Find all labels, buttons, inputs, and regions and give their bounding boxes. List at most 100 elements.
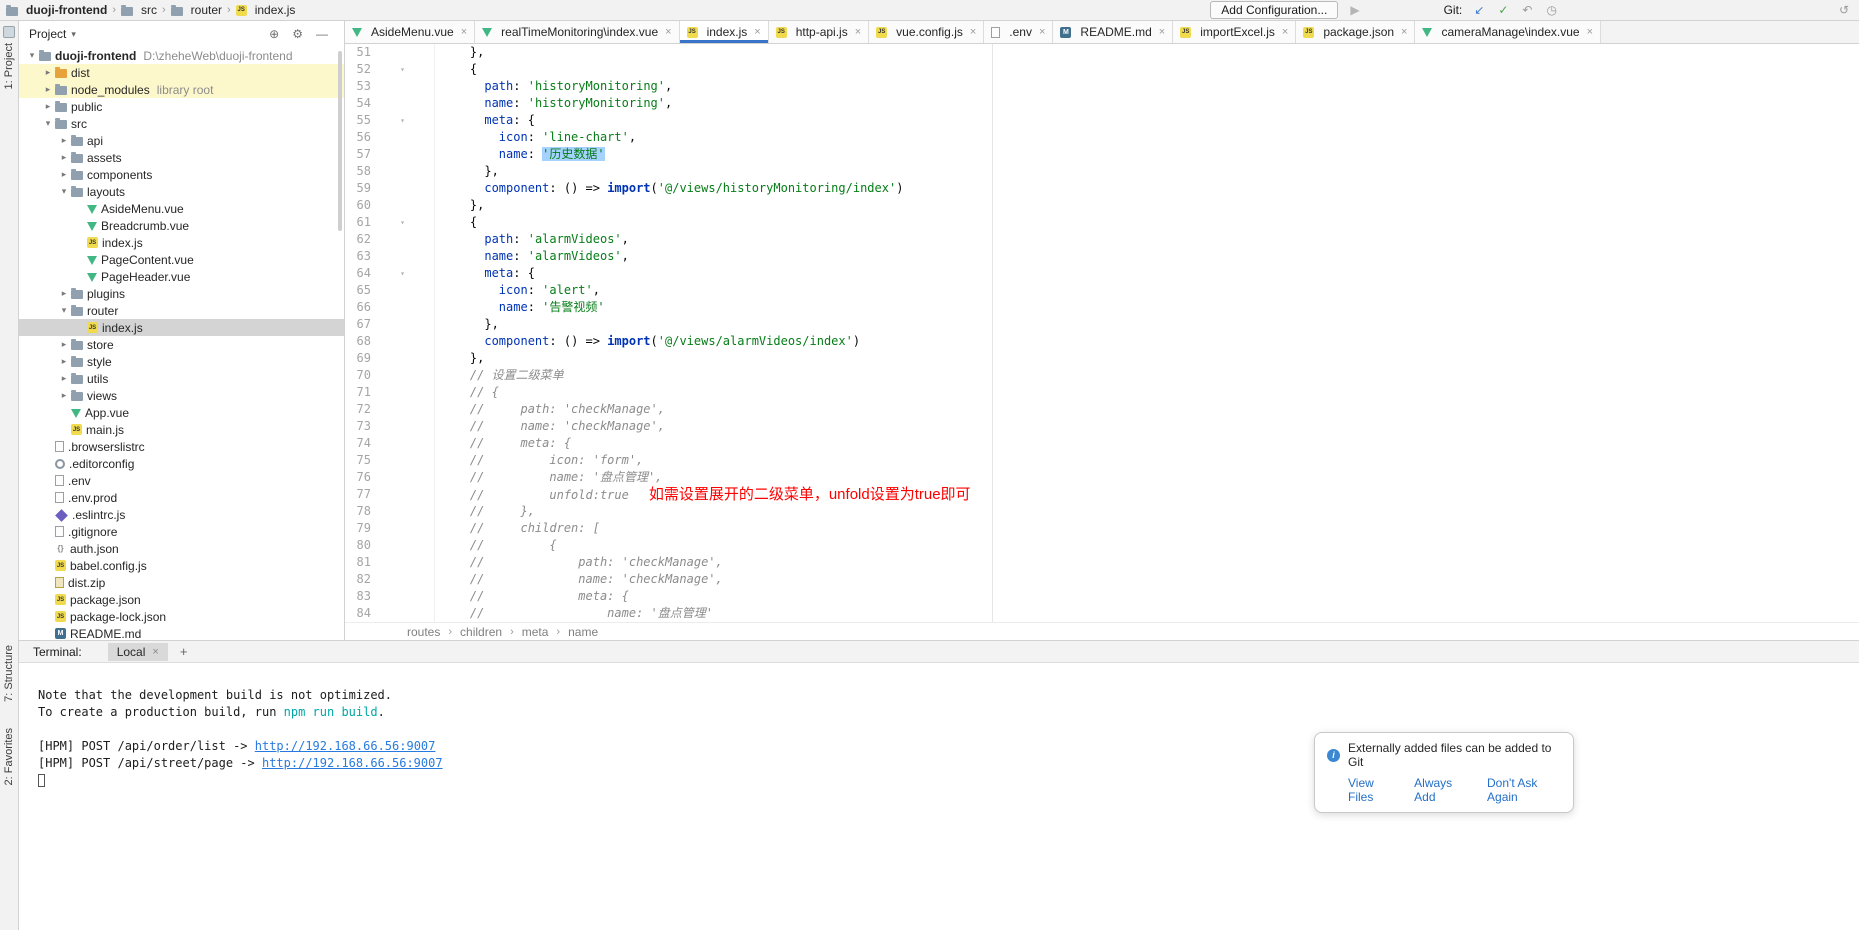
code-line[interactable]: 82 // name: 'checkManage', — [345, 571, 1859, 588]
code-line[interactable]: 63 name: 'alarmVideos', — [345, 248, 1859, 265]
code-line[interactable]: 60 }, — [345, 197, 1859, 214]
chevron-right-icon[interactable]: ▸ — [57, 356, 71, 367]
fold-icon[interactable]: ▾ — [371, 214, 435, 231]
close-icon[interactable]: × — [754, 26, 760, 38]
code-line[interactable]: 73 // name: 'checkManage', — [345, 418, 1859, 435]
breadcrumb-item-src[interactable]: src — [121, 3, 157, 17]
chevron-right-icon[interactable]: ▸ — [57, 288, 71, 299]
chevron-right-icon[interactable]: ▸ — [57, 373, 71, 384]
tree-item-editorconfig[interactable]: .editorconfig — [19, 455, 344, 472]
close-icon[interactable]: × — [1401, 26, 1407, 38]
editor-tab-realtimemonitoring-index-vue[interactable]: realTimeMonitoring\index.vue× — [475, 21, 679, 43]
editor-tab-readme-md[interactable]: MREADME.md× — [1053, 21, 1173, 43]
git-revert-icon[interactable]: ↶ — [1522, 3, 1532, 17]
breadcrumb-item-duoji-frontend[interactable]: duoji-frontend — [6, 3, 107, 17]
code-line[interactable]: 72 // path: 'checkManage', — [345, 401, 1859, 418]
tree-item-router[interactable]: ▾router — [19, 302, 344, 319]
locate-file-icon[interactable]: ⊕ — [269, 27, 279, 41]
editor-tab-http-api-js[interactable]: JShttp-api.js× — [769, 21, 869, 43]
code-breadcrumb-routes[interactable]: routes — [407, 625, 440, 639]
code-line[interactable]: 59 component: () => import('@/views/hist… — [345, 180, 1859, 197]
tree-item-utils[interactable]: ▸utils — [19, 370, 344, 387]
tool-button-structure[interactable]: 7: Structure — [3, 640, 15, 707]
close-icon[interactable]: × — [1587, 26, 1593, 38]
code-line[interactable]: 55▾ meta: { — [345, 112, 1859, 129]
tree-item-node-modules[interactable]: ▸node_moduleslibrary root — [19, 81, 344, 98]
tree-item-dist[interactable]: ▸dist — [19, 64, 344, 81]
code-line[interactable]: 52▾ { — [345, 61, 1859, 78]
notification-action-always-add[interactable]: Always Add — [1414, 776, 1469, 804]
tree-item-assets[interactable]: ▸assets — [19, 149, 344, 166]
chevron-right-icon[interactable]: ▸ — [57, 339, 71, 350]
breadcrumb-item-router[interactable]: router — [171, 3, 222, 17]
tree-item-gitignore[interactable]: .gitignore — [19, 523, 344, 540]
tree-item-src[interactable]: ▾src — [19, 115, 344, 132]
tool-button-project[interactable]: 1: Project — [3, 21, 15, 94]
tree-item-public[interactable]: ▸public — [19, 98, 344, 115]
tree-item-plugins[interactable]: ▸plugins — [19, 285, 344, 302]
chevron-right-icon[interactable]: ▸ — [41, 67, 55, 78]
chevron-right-icon[interactable]: ▸ — [57, 152, 71, 163]
tree-item-package-lock-json[interactable]: JSpackage-lock.json — [19, 608, 344, 625]
code-line[interactable]: 57 name: '历史数据' — [345, 146, 1859, 163]
git-commit-icon[interactable]: ✓ — [1498, 3, 1508, 17]
history-icon[interactable]: ◷ — [1546, 3, 1556, 17]
tree-item-readme-md[interactable]: MREADME.md — [19, 625, 344, 640]
chevron-right-icon[interactable]: ▸ — [57, 169, 71, 180]
fold-icon[interactable]: ▾ — [371, 112, 435, 129]
close-icon[interactable]: × — [970, 26, 976, 38]
code-editor[interactable]: 51 },52▾ {53 path: 'historyMonitoring',5… — [345, 44, 1859, 622]
gear-icon[interactable]: ⚙ — [292, 27, 303, 41]
tree-item-duoji-frontend[interactable]: ▾duoji-frontendD:\zheheWeb\duoji-fronten… — [19, 47, 344, 64]
code-line[interactable]: 74 // meta: { — [345, 435, 1859, 452]
code-line[interactable]: 61▾ { — [345, 214, 1859, 231]
terminal-output[interactable]: Note that the development build is not o… — [19, 663, 1859, 789]
close-icon[interactable]: × — [665, 26, 671, 38]
editor-tab-index-js[interactable]: JSindex.js× — [680, 21, 769, 43]
code-line[interactable]: 71 // { — [345, 384, 1859, 401]
chevron-right-icon[interactable]: ▸ — [41, 84, 55, 95]
code-breadcrumb-meta[interactable]: meta — [522, 625, 549, 639]
recent-actions-icon[interactable]: ↺ — [1839, 3, 1849, 17]
code-line[interactable]: 78 // }, — [345, 503, 1859, 520]
editor-tab-vue-config-js[interactable]: JSvue.config.js× — [869, 21, 984, 43]
tree-item-app-vue[interactable]: App.vue — [19, 404, 344, 421]
editor-tab-cameramanage-index-vue[interactable]: cameraManage\index.vue× — [1415, 21, 1601, 43]
chevron-right-icon[interactable]: ▸ — [57, 390, 71, 401]
tree-item-asidemenu-vue[interactable]: AsideMenu.vue — [19, 200, 344, 217]
terminal-tab-local[interactable]: Local × — [108, 643, 168, 661]
tree-item-store[interactable]: ▸store — [19, 336, 344, 353]
breadcrumb-item-index-js[interactable]: JSindex.js — [236, 3, 296, 17]
add-configuration-button[interactable]: Add Configuration... — [1210, 1, 1338, 19]
terminal-link[interactable]: http://192.168.66.56:9007 — [255, 739, 436, 753]
chevron-down-icon[interactable]: ▾ — [25, 50, 39, 61]
tree-item-eslintrc-js[interactable]: .eslintrc.js — [19, 506, 344, 523]
tree-item-pageheader-vue[interactable]: PageHeader.vue — [19, 268, 344, 285]
project-view-selector[interactable]: Project ▾ — [29, 27, 76, 41]
tree-item-breadcrumb-vue[interactable]: Breadcrumb.vue — [19, 217, 344, 234]
tree-item-browserslistrc[interactable]: .browserslistrc — [19, 438, 344, 455]
close-icon[interactable]: × — [1282, 26, 1288, 38]
tree-item-views[interactable]: ▸views — [19, 387, 344, 404]
tree-item-layouts[interactable]: ▾layouts — [19, 183, 344, 200]
chevron-down-icon[interactable]: ▾ — [57, 305, 71, 316]
code-line[interactable]: 64▾ meta: { — [345, 265, 1859, 282]
scrollbar-thumb[interactable] — [338, 51, 342, 231]
chevron-down-icon[interactable]: ▾ — [41, 118, 55, 129]
close-icon[interactable]: × — [461, 26, 467, 38]
code-line[interactable]: 66 name: '告警视频' — [345, 299, 1859, 316]
code-line[interactable]: 53 path: 'historyMonitoring', — [345, 78, 1859, 95]
tree-item-babel-config-js[interactable]: JSbabel.config.js — [19, 557, 344, 574]
code-line[interactable]: 68 component: () => import('@/views/alar… — [345, 333, 1859, 350]
tree-item-env-prod[interactable]: .env.prod — [19, 489, 344, 506]
tree-item-package-json[interactable]: JSpackage.json — [19, 591, 344, 608]
git-update-icon[interactable]: ↙ — [1474, 3, 1484, 17]
close-icon[interactable]: × — [855, 26, 861, 38]
code-line[interactable]: 83 // meta: { — [345, 588, 1859, 605]
code-line[interactable]: 84 // name: '盘点管理' — [345, 605, 1859, 622]
code-line[interactable]: 77 // unfold:true如需设置展开的二级菜单，unfold设置为tr… — [345, 486, 1859, 503]
code-line[interactable]: 56 icon: 'line-chart', — [345, 129, 1859, 146]
tree-item-dist-zip[interactable]: dist.zip — [19, 574, 344, 591]
run-icon[interactable]: ▶ — [1350, 3, 1359, 17]
notification-action-don-t-ask-again[interactable]: Don't Ask Again — [1487, 776, 1561, 804]
